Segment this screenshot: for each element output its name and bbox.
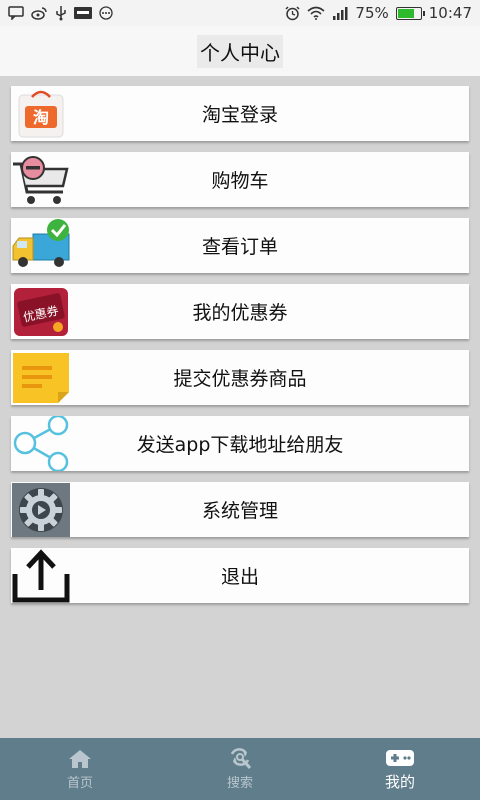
exit-icon bbox=[11, 548, 71, 603]
menu-item-share-app[interactable]: 发送app下载地址给朋友 bbox=[11, 416, 469, 471]
usb-icon bbox=[55, 5, 67, 21]
menu-item-label: 退出 bbox=[220, 566, 259, 588]
note-icon bbox=[11, 350, 71, 405]
tab-search[interactable]: 搜索 bbox=[160, 738, 320, 800]
menu-item-label: 购物车 bbox=[211, 170, 269, 192]
battery-percent: 75% bbox=[355, 4, 389, 22]
message-icon bbox=[8, 6, 24, 20]
menu-item-label: 发送app下载地址给朋友 bbox=[136, 434, 344, 456]
search-icon bbox=[228, 747, 252, 770]
menu-item-label: 淘宝登录 bbox=[201, 104, 278, 126]
status-time: 10:47 bbox=[428, 4, 472, 22]
tab-mine[interactable]: 我的 bbox=[320, 738, 480, 800]
page-header: 个人中心 bbox=[0, 26, 480, 76]
status-bar: 75% 10:47 bbox=[0, 0, 480, 26]
menu-item-system-settings[interactable]: 系统管理 bbox=[11, 482, 469, 537]
status-right: 75% 10:47 bbox=[285, 4, 472, 22]
battery-icon bbox=[395, 6, 425, 20]
coupon-icon: 优惠券 bbox=[11, 284, 71, 339]
battery-fill bbox=[397, 8, 415, 18]
gamepad-icon bbox=[385, 747, 415, 769]
settings-gear-icon bbox=[11, 482, 71, 537]
tab-label: 搜索 bbox=[226, 775, 253, 791]
tab-label: 我的 bbox=[384, 772, 415, 791]
alarm-icon bbox=[285, 5, 300, 21]
wifi-icon bbox=[307, 6, 325, 20]
taobao-icon: 淘 bbox=[11, 86, 71, 141]
tab-label: 首页 bbox=[66, 775, 93, 791]
bottom-nav: 首页 搜索 我的 bbox=[0, 738, 480, 800]
app-icon bbox=[74, 7, 92, 19]
delivery-truck-icon bbox=[11, 218, 71, 273]
share-icon bbox=[11, 416, 71, 471]
page-title: 个人中心 bbox=[197, 34, 283, 68]
menu-item-shopping-cart[interactable]: 购物车 bbox=[11, 152, 469, 207]
menu-item-taobao-login[interactable]: 淘 淘宝登录 bbox=[11, 86, 469, 141]
weibo-icon bbox=[31, 6, 48, 20]
menu-item-label: 系统管理 bbox=[201, 500, 278, 522]
tab-home[interactable]: 首页 bbox=[0, 738, 160, 800]
status-left bbox=[8, 5, 113, 21]
menu-item-my-coupons[interactable]: 优惠券 我的优惠券 bbox=[11, 284, 469, 339]
menu-item-submit-coupon-goods[interactable]: 提交优惠券商品 bbox=[11, 350, 469, 405]
menu-list: 淘 淘宝登录 购物车 查看订单 优惠券 我的优惠券 提交优惠券商品 发送app下… bbox=[11, 86, 469, 614]
menu-item-label: 提交优惠券商品 bbox=[173, 368, 307, 390]
home-icon bbox=[68, 748, 92, 770]
menu-item-logout[interactable]: 退出 bbox=[11, 548, 469, 603]
menu-item-label: 我的优惠券 bbox=[192, 302, 288, 324]
taobao-icon-text: 淘 bbox=[33, 108, 49, 127]
more-icon bbox=[99, 6, 113, 20]
menu-item-view-orders[interactable]: 查看订单 bbox=[11, 218, 469, 273]
menu-item-label: 查看订单 bbox=[201, 236, 278, 258]
signal-icon bbox=[332, 6, 348, 20]
shopping-cart-icon bbox=[11, 152, 71, 207]
